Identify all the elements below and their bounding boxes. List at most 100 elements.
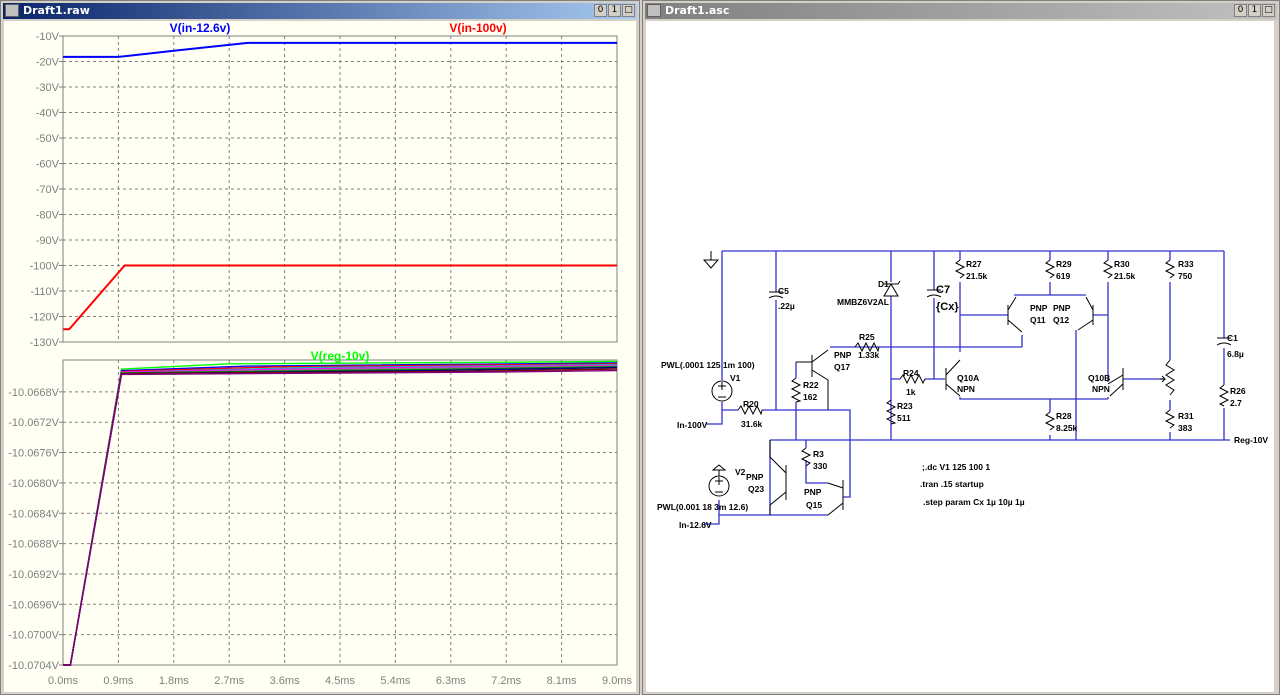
label-r29: R29 bbox=[1056, 259, 1072, 269]
x-tick-label: 9.0ms bbox=[602, 675, 632, 687]
net-label-reg-10v: Reg-10V bbox=[1234, 435, 1268, 445]
y-tick-label: -90V bbox=[36, 235, 60, 247]
label-c1: C1 bbox=[1227, 333, 1238, 343]
value-r3: 330 bbox=[813, 461, 827, 471]
label-r25: R25 bbox=[859, 332, 875, 342]
value-r33: 750 bbox=[1178, 271, 1192, 281]
value-r28: 8.25k bbox=[1056, 423, 1078, 433]
value-r23: 511 bbox=[897, 413, 911, 423]
x-tick-label: 4.5ms bbox=[325, 675, 355, 687]
restore-button[interactable]: 1 bbox=[608, 4, 621, 17]
y-tick-label: -130V bbox=[30, 337, 60, 349]
type-q12: PNP bbox=[1053, 303, 1071, 313]
y-tick-label: -10.0696V bbox=[8, 599, 59, 611]
type-q15: PNP bbox=[804, 487, 822, 497]
value-r29: 619 bbox=[1056, 271, 1070, 281]
y-tick-label: -10V bbox=[36, 31, 60, 43]
trace-label[interactable]: V(in-100v) bbox=[449, 21, 506, 35]
x-tick-label: 7.2ms bbox=[491, 675, 521, 687]
maximize-button[interactable]: □ bbox=[622, 4, 635, 17]
waveform-titlebar[interactable]: Draft1.raw 0 1 □ bbox=[3, 3, 637, 19]
value-r25: 1.33k bbox=[858, 350, 880, 360]
type-q17: PNP bbox=[834, 350, 852, 360]
trace-label[interactable]: V(in-12.6v) bbox=[170, 21, 231, 35]
value-r30: 21.5k bbox=[1114, 271, 1136, 281]
plot-pane-bottom: 0.0ms 0.9ms 1.8ms 2.7ms 3.6ms 4.5ms 5.4ms 6.3ms… bbox=[8, 349, 632, 687]
x-tick-label: 0.9ms bbox=[103, 675, 133, 687]
y-tick-label: -10.0704V bbox=[8, 660, 59, 672]
x-tick-label: 5.4ms bbox=[380, 675, 410, 687]
y-tick-label: -20V bbox=[36, 57, 60, 69]
x-tick-label: 0.0ms bbox=[48, 675, 78, 687]
value-r20: 31.6k bbox=[741, 419, 763, 429]
label-r22: R22 bbox=[803, 380, 819, 390]
value-c5: .22µ bbox=[778, 301, 795, 311]
type-q23: PNP bbox=[746, 472, 764, 482]
label-q11: Q11 bbox=[1030, 315, 1046, 325]
label-r30: R30 bbox=[1114, 259, 1130, 269]
directive-step[interactable]: .step param Cx 1µ 10µ 1µ bbox=[923, 497, 1025, 507]
type-q10b: NPN bbox=[1092, 384, 1110, 394]
waveform-app-icon bbox=[5, 4, 19, 17]
label-r20: R20 bbox=[743, 399, 759, 409]
y-tick-label: -10.0684V bbox=[8, 508, 59, 520]
maximize-button[interactable]: □ bbox=[1262, 4, 1275, 17]
y-tick-label: -80V bbox=[36, 210, 60, 222]
net-label-in-12-6v: In-12.6V bbox=[679, 520, 712, 530]
label-d1: D1 bbox=[878, 279, 889, 289]
net-label-in-100v: In-100V bbox=[677, 420, 708, 430]
value-r31: 383 bbox=[1178, 423, 1192, 433]
plot-pane-top: -10V -20V -30V -40V -50V -60V -70V -80V -90V -100… bbox=[30, 21, 618, 349]
x-tick-label: 8.1ms bbox=[547, 675, 577, 687]
label-r27: R27 bbox=[966, 259, 982, 269]
label-q23: Q23 bbox=[748, 484, 764, 494]
y-tick-label: -10.0668V bbox=[8, 387, 59, 399]
value-r27: 21.5k bbox=[966, 271, 988, 281]
value-r22: 162 bbox=[803, 392, 817, 402]
x-tick-label: 2.7ms bbox=[214, 675, 244, 687]
x-tick-label: 1.8ms bbox=[159, 675, 189, 687]
label-q17: Q17 bbox=[834, 362, 850, 372]
type-q11: PNP bbox=[1030, 303, 1048, 313]
y-tick-label: -10.0688V bbox=[8, 539, 59, 551]
restore-button[interactable]: 1 bbox=[1248, 4, 1261, 17]
minimize-button[interactable]: 0 bbox=[594, 4, 607, 17]
y-tick-label: -110V bbox=[30, 286, 59, 298]
value-v1: PWL(.0001 125 1m 100) bbox=[661, 360, 755, 370]
label-q10b: Q10B bbox=[1088, 373, 1110, 383]
waveform-plots[interactable]: -10V -20V -30V -40V -50V -60V -70V -80V -90V -100… bbox=[4, 21, 636, 692]
y-tick-label: -10.0700V bbox=[8, 630, 59, 642]
value-c7: {Cx} bbox=[936, 301, 959, 313]
label-r24: R24 bbox=[903, 368, 919, 378]
directive-dc[interactable]: ;.dc V1 125 100 1 bbox=[922, 462, 990, 472]
schematic-titlebar[interactable]: Draft1.asc 0 1 □ bbox=[645, 3, 1277, 19]
y-tick-label: -120V bbox=[30, 312, 60, 324]
value-c1: 6.8µ bbox=[1227, 349, 1244, 359]
y-tick-label: -70V bbox=[36, 184, 60, 196]
directive-tran[interactable]: .tran .15 startup bbox=[920, 479, 984, 489]
x-tick-label: 6.3ms bbox=[436, 675, 466, 687]
window-title: Draft1.asc bbox=[665, 4, 730, 17]
value-d1: MMBZ6V2AL bbox=[837, 297, 889, 307]
value-r24: 1k bbox=[906, 387, 916, 397]
label-q12: Q12 bbox=[1053, 315, 1069, 325]
type-q10a: NPN bbox=[957, 384, 975, 394]
x-tick-label: 3.6ms bbox=[270, 675, 300, 687]
y-tick-label: -10.0680V bbox=[8, 478, 59, 490]
trace-label[interactable]: V(reg-10v) bbox=[311, 349, 370, 363]
label-q15: Q15 bbox=[806, 500, 822, 510]
label-r28: R28 bbox=[1056, 411, 1072, 421]
schematic-app-icon bbox=[647, 4, 661, 17]
label-r23: R23 bbox=[897, 401, 913, 411]
label-c7: C7 bbox=[936, 284, 950, 296]
y-tick-label: -30V bbox=[36, 82, 60, 94]
label-r31: R31 bbox=[1178, 411, 1194, 421]
label-r3: R3 bbox=[813, 449, 824, 459]
window-title: Draft1.raw bbox=[23, 4, 90, 17]
minimize-button[interactable]: 0 bbox=[1234, 4, 1247, 17]
y-tick-label: -60V bbox=[36, 159, 60, 171]
label-v2: V2 bbox=[735, 467, 746, 477]
schematic-canvas[interactable]: C5 .22µ D1 MMBZ6V2AL C7 {Cx} R27 21.5k R… bbox=[646, 21, 1274, 692]
label-v1: V1 bbox=[730, 373, 741, 383]
label-c5: C5 bbox=[778, 286, 789, 296]
